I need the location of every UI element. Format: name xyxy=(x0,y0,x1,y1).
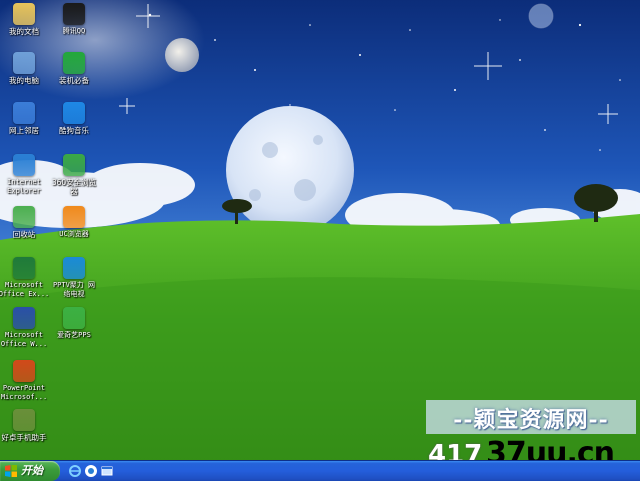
phone-assistant-icon xyxy=(13,409,35,431)
desktop-icon-label: 好卓手机助手 xyxy=(1,433,47,442)
desktop-icon-uc-browser[interactable]: UC浏览器 xyxy=(46,206,102,239)
desktop-icon-shopping-bag[interactable]: 装机必备 xyxy=(46,52,102,85)
watermark-site-name: --颖宝资源网-- xyxy=(453,407,609,433)
desktop-icon-network[interactable]: 网上邻居 xyxy=(0,102,52,135)
ie-quicklaunch-icon[interactable] xyxy=(68,464,82,478)
kugou-music-icon xyxy=(63,102,85,124)
desktop-icon-label: PPTV聚力 网 络电视 xyxy=(52,281,96,298)
computer-icon xyxy=(13,52,35,74)
desktop-icon-label: 腾讯QQ xyxy=(62,27,86,35)
taskbar: 开始 xyxy=(0,460,640,481)
desktop-icon-pptv[interactable]: PPTV聚力 网 络电视 xyxy=(46,257,102,299)
desktop-icon-label: PowerPoint Microsof... xyxy=(0,384,48,401)
desktop-icon-label: 我的文档 xyxy=(9,27,39,36)
desktop-icon-label: 装机必备 xyxy=(59,76,89,85)
shopping-bag-icon xyxy=(63,52,85,74)
desktop-icon-recycle-bin[interactable]: 回收站 xyxy=(0,206,52,239)
360-browser-icon xyxy=(63,154,85,176)
recycle-bin-icon xyxy=(13,206,35,228)
desktop-icon-label: Internet Explorer xyxy=(7,178,41,195)
iqiyi-icon xyxy=(63,307,85,329)
desktop-icon-360-browser[interactable]: 360安全浏览 器 xyxy=(46,154,102,196)
qq-penguin-icon xyxy=(63,3,85,25)
desktop-icon-powerpoint[interactable]: PowerPoint Microsof... xyxy=(0,360,52,402)
desktop-icon-qq-penguin[interactable]: 腾讯QQ xyxy=(46,3,102,36)
qq-quicklaunch-icon[interactable] xyxy=(84,464,98,478)
desktop-icon-folder-documents[interactable]: 我的文档 xyxy=(0,3,52,36)
pptv-icon xyxy=(63,257,85,279)
desktop-icon-kugou-music[interactable]: 酷狗音乐 xyxy=(46,102,102,135)
start-label: 开始 xyxy=(21,464,43,477)
windows-flag-icon xyxy=(5,465,17,477)
desktop-icon-label: 回收站 xyxy=(12,230,36,239)
desktop-icon-label: Microsoft Office W... xyxy=(0,331,48,348)
start-button[interactable]: 开始 xyxy=(0,461,60,481)
uc-browser-icon xyxy=(63,206,85,228)
powerpoint-icon xyxy=(13,360,35,382)
desktop-icon-label: 网上邻居 xyxy=(9,126,39,135)
desktop-icon-label: Microsoft Office Ex... xyxy=(0,281,50,298)
desktop-icon-phone-assistant[interactable]: 好卓手机助手 xyxy=(0,409,52,442)
desktop-icon-word[interactable]: Microsoft Office W... xyxy=(0,307,52,349)
desktop-icon-label: UC浏览器 xyxy=(59,230,89,238)
desktop-icon-ie-browser[interactable]: Internet Explorer xyxy=(0,154,52,196)
desktop-icon-label: 我的电脑 xyxy=(9,76,39,85)
network-icon xyxy=(13,102,35,124)
folder-documents-icon xyxy=(13,3,35,25)
desktop-icon-label: 360安全浏览 器 xyxy=(51,178,97,196)
desktop-icon-computer[interactable]: 我的电脑 xyxy=(0,52,52,85)
desktop-icon-iqiyi[interactable]: 爱奇艺PPS xyxy=(46,307,102,340)
word-icon xyxy=(13,307,35,329)
desktop-icon-label: 爱奇艺PPS xyxy=(57,331,91,339)
show-desktop-icon[interactable] xyxy=(100,464,114,478)
desktop-icon-label: 酷狗音乐 xyxy=(59,126,89,135)
desktop-icon-excel[interactable]: Microsoft Office Ex... xyxy=(0,257,52,299)
ie-browser-icon xyxy=(13,154,35,176)
excel-icon xyxy=(13,257,35,279)
